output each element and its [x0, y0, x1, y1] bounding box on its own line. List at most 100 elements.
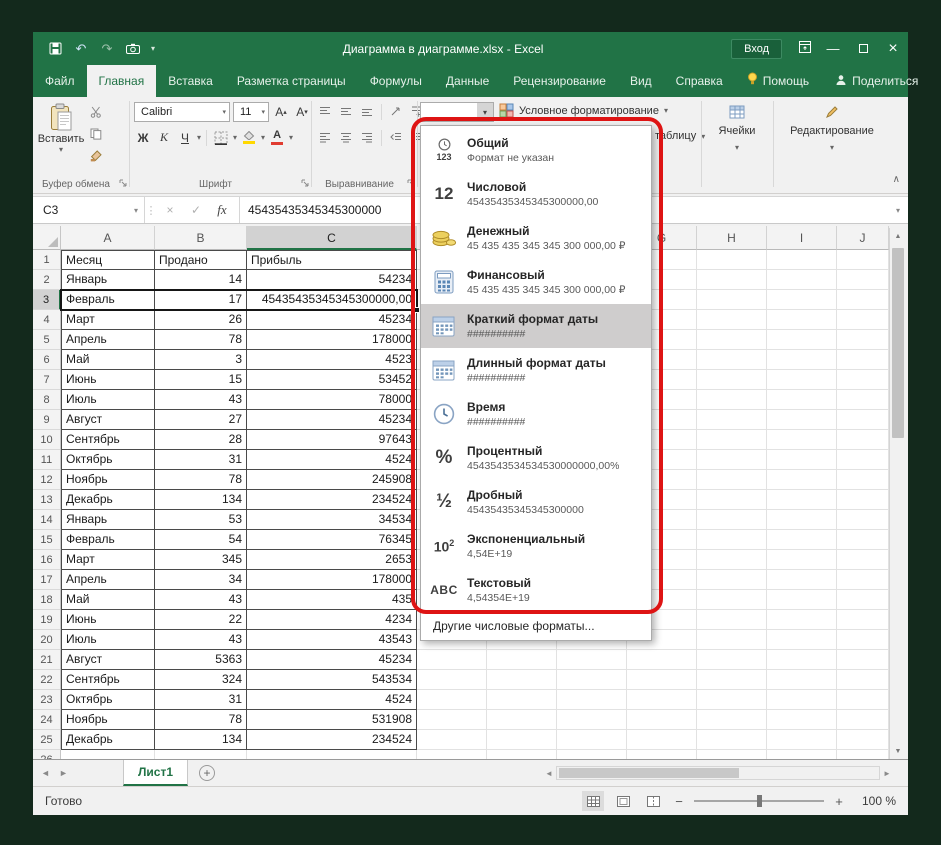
- underline-button[interactable]: Ч: [176, 129, 194, 146]
- clipboard-dialog-launcher-icon[interactable]: [119, 179, 127, 190]
- formula-bar-expand-icon[interactable]: ▾: [888, 206, 908, 215]
- cell-C15[interactable]: 76345: [247, 530, 417, 550]
- cell-I22[interactable]: [767, 670, 837, 690]
- tab-data[interactable]: Данные: [434, 65, 501, 97]
- cell-B25[interactable]: 134: [155, 730, 247, 750]
- paste-button[interactable]: Вставить ▾: [39, 102, 83, 168]
- chevron-down-icon[interactable]: ▾: [289, 133, 293, 142]
- copy-button[interactable]: [87, 125, 105, 142]
- cell-J17[interactable]: [837, 570, 889, 590]
- cell-I17[interactable]: [767, 570, 837, 590]
- cell-B2[interactable]: 14: [155, 270, 247, 290]
- zoom-level[interactable]: 100 %: [854, 794, 896, 808]
- redo-icon[interactable]: ↷: [99, 41, 115, 57]
- cell-A10[interactable]: Сентябрь: [61, 430, 155, 450]
- scroll-right-icon[interactable]: ►: [880, 769, 894, 778]
- format-option-7[interactable]: Время##########: [421, 392, 651, 436]
- cell-E24[interactable]: [487, 710, 557, 730]
- cell-J16[interactable]: [837, 550, 889, 570]
- row-header-8[interactable]: 8: [33, 390, 61, 410]
- cell-A26[interactable]: [61, 750, 155, 759]
- row-header-19[interactable]: 19: [33, 610, 61, 630]
- cell-I2[interactable]: [767, 270, 837, 290]
- cell-F24[interactable]: [557, 710, 627, 730]
- cell-B19[interactable]: 22: [155, 610, 247, 630]
- select-all-corner[interactable]: [33, 226, 61, 250]
- cell-B9[interactable]: 27: [155, 410, 247, 430]
- fill-color-button[interactable]: [240, 129, 258, 146]
- cell-C19[interactable]: 4234: [247, 610, 417, 630]
- cell-A4[interactable]: Март: [61, 310, 155, 330]
- cell-C9[interactable]: 45234: [247, 410, 417, 430]
- cell-J2[interactable]: [837, 270, 889, 290]
- format-option-6[interactable]: Длинный формат даты##########: [421, 348, 651, 392]
- confirm-entry-button[interactable]: ✓: [183, 203, 209, 217]
- row-header-7[interactable]: 7: [33, 370, 61, 390]
- cell-D26[interactable]: [417, 750, 487, 759]
- tab-home[interactable]: Главная: [87, 65, 157, 97]
- row-header-18[interactable]: 18: [33, 590, 61, 610]
- cell-I12[interactable]: [767, 470, 837, 490]
- cell-C20[interactable]: 43543: [247, 630, 417, 650]
- cell-A20[interactable]: Июль: [61, 630, 155, 650]
- cell-C1[interactable]: Прибыль: [247, 250, 417, 270]
- more-number-formats-item[interactable]: Другие числовые форматы...: [421, 612, 651, 638]
- cell-B23[interactable]: 31: [155, 690, 247, 710]
- borders-button[interactable]: [212, 129, 230, 146]
- cell-G23[interactable]: [627, 690, 697, 710]
- cell-B22[interactable]: 324: [155, 670, 247, 690]
- cell-D24[interactable]: [417, 710, 487, 730]
- cell-J25[interactable]: [837, 730, 889, 750]
- cell-A7[interactable]: Июнь: [61, 370, 155, 390]
- cell-H15[interactable]: [697, 530, 767, 550]
- tab-review[interactable]: Рецензирование: [501, 65, 618, 97]
- cell-G21[interactable]: [627, 650, 697, 670]
- align-middle-button[interactable]: [337, 103, 355, 120]
- cell-H12[interactable]: [697, 470, 767, 490]
- cell-B7[interactable]: 15: [155, 370, 247, 390]
- new-sheet-button[interactable]: +: [199, 765, 215, 781]
- zoom-in-button[interactable]: +: [832, 794, 846, 809]
- cell-E25[interactable]: [487, 730, 557, 750]
- save-icon[interactable]: [47, 41, 63, 57]
- row-header-20[interactable]: 20: [33, 630, 61, 650]
- cell-C16[interactable]: 2653: [247, 550, 417, 570]
- horizontal-scrollbar[interactable]: ◄ ►: [542, 765, 894, 781]
- cell-I8[interactable]: [767, 390, 837, 410]
- vertical-scroll-thumb[interactable]: [892, 248, 904, 438]
- cell-A13[interactable]: Декабрь: [61, 490, 155, 510]
- cell-I25[interactable]: [767, 730, 837, 750]
- cell-C13[interactable]: 234524: [247, 490, 417, 510]
- cell-F23[interactable]: [557, 690, 627, 710]
- row-header-3[interactable]: 3: [33, 290, 61, 310]
- cell-A16[interactable]: Март: [61, 550, 155, 570]
- cell-H3[interactable]: [697, 290, 767, 310]
- format-painter-button[interactable]: [87, 147, 105, 164]
- row-header-4[interactable]: 4: [33, 310, 61, 330]
- row-header-9[interactable]: 9: [33, 410, 61, 430]
- undo-icon[interactable]: ↶: [73, 41, 89, 57]
- decrease-font-size-button[interactable]: А▾: [293, 104, 311, 121]
- cell-C25[interactable]: 234524: [247, 730, 417, 750]
- cell-J20[interactable]: [837, 630, 889, 650]
- cell-B8[interactable]: 43: [155, 390, 247, 410]
- cell-A17[interactable]: Апрель: [61, 570, 155, 590]
- font-size-combobox[interactable]: 11▾: [233, 102, 269, 122]
- share-button[interactable]: Поделиться: [821, 65, 932, 97]
- cell-I26[interactable]: [767, 750, 837, 759]
- normal-view-button[interactable]: [582, 791, 604, 811]
- cell-H1[interactable]: [697, 250, 767, 270]
- cell-J10[interactable]: [837, 430, 889, 450]
- tab-view[interactable]: Вид: [618, 65, 664, 97]
- cell-A9[interactable]: Август: [61, 410, 155, 430]
- name-box[interactable]: C3▾: [33, 197, 145, 223]
- cell-F25[interactable]: [557, 730, 627, 750]
- cell-H16[interactable]: [697, 550, 767, 570]
- minimize-button[interactable]: —: [818, 32, 848, 65]
- row-header-25[interactable]: 25: [33, 730, 61, 750]
- format-option-4[interactable]: Финансовый45 435 435 345 345 300 000,00 …: [421, 260, 651, 304]
- bold-button[interactable]: Ж: [134, 129, 152, 146]
- italic-button[interactable]: К: [155, 129, 173, 146]
- cell-H5[interactable]: [697, 330, 767, 350]
- format-option-11[interactable]: ABCТекстовый4,54354E+19: [421, 568, 651, 612]
